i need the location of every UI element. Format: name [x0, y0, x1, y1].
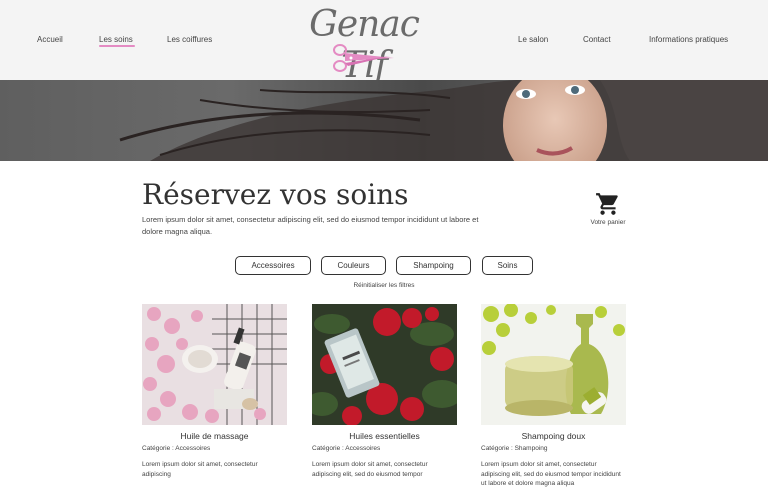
product-card[interactable]: Huile de massage Catégorie : Accessoires…	[142, 304, 287, 479]
product-description: Lorem ipsum dolor sit amet, consectetur …	[481, 461, 621, 487]
nav-accueil[interactable]: Accueil	[37, 35, 63, 44]
hero-image	[0, 80, 768, 161]
filter-couleurs[interactable]: Couleurs	[321, 256, 386, 275]
product-description: Lorem ipsum dolor sit amet, consectetur …	[312, 461, 428, 478]
nav-le-salon[interactable]: Le salon	[518, 35, 548, 44]
product-card[interactable]: Huiles essentielles Catégorie : Accessoi…	[312, 304, 457, 479]
product-category: Catégorie : Accessoires	[312, 445, 381, 452]
filter-shampoing[interactable]: Shampoing	[396, 256, 471, 275]
gentle-shampoo-photo	[481, 304, 626, 425]
nav-informations-pratiques[interactable]: Informations pratiques	[649, 35, 728, 44]
nav-les-coiffures[interactable]: Les coiffures	[167, 35, 212, 44]
page-title: Réservez vos soins	[142, 178, 409, 211]
site-header: Accueil Les soins Les coiffures Genac Ti…	[0, 0, 768, 86]
product-image[interactable]	[481, 304, 626, 425]
shopping-cart-icon	[596, 193, 618, 215]
product-name[interactable]: Huile de massage	[142, 431, 287, 441]
reset-filters-link[interactable]: Réinitialiser les filtres	[330, 282, 438, 289]
filter-accessoires[interactable]: Accessoires	[235, 256, 311, 275]
filter-soins[interactable]: Soins	[482, 256, 533, 275]
massage-oil-photo	[142, 304, 287, 425]
product-image[interactable]	[142, 304, 287, 425]
product-name[interactable]: Huiles essentielles	[312, 431, 457, 441]
scissors-icon	[333, 44, 394, 72]
product-name[interactable]: Shampoing doux	[481, 431, 626, 441]
cart-button[interactable]: Votre panier	[586, 191, 630, 226]
hero-photo-woman	[119, 80, 768, 161]
product-image[interactable]	[312, 304, 457, 425]
essential-oils-photo	[312, 304, 457, 425]
nav-les-soins[interactable]: Les soins	[99, 35, 135, 47]
product-category: Catégorie : Accessoires	[142, 445, 211, 452]
product-description: Lorem ipsum dolor sit amet, consectetur …	[142, 461, 258, 478]
page-intro: Lorem ipsum dolor sit amet, consectetur …	[142, 215, 479, 236]
product-card[interactable]: Shampoing doux Catégorie : Shampoing Lor…	[481, 304, 626, 489]
site-logo[interactable]: Genac Tif	[298, 4, 430, 86]
nav-contact[interactable]: Contact	[583, 35, 611, 44]
product-category: Catégorie : Shampoing	[481, 445, 548, 452]
cart-label: Votre panier	[590, 219, 626, 226]
